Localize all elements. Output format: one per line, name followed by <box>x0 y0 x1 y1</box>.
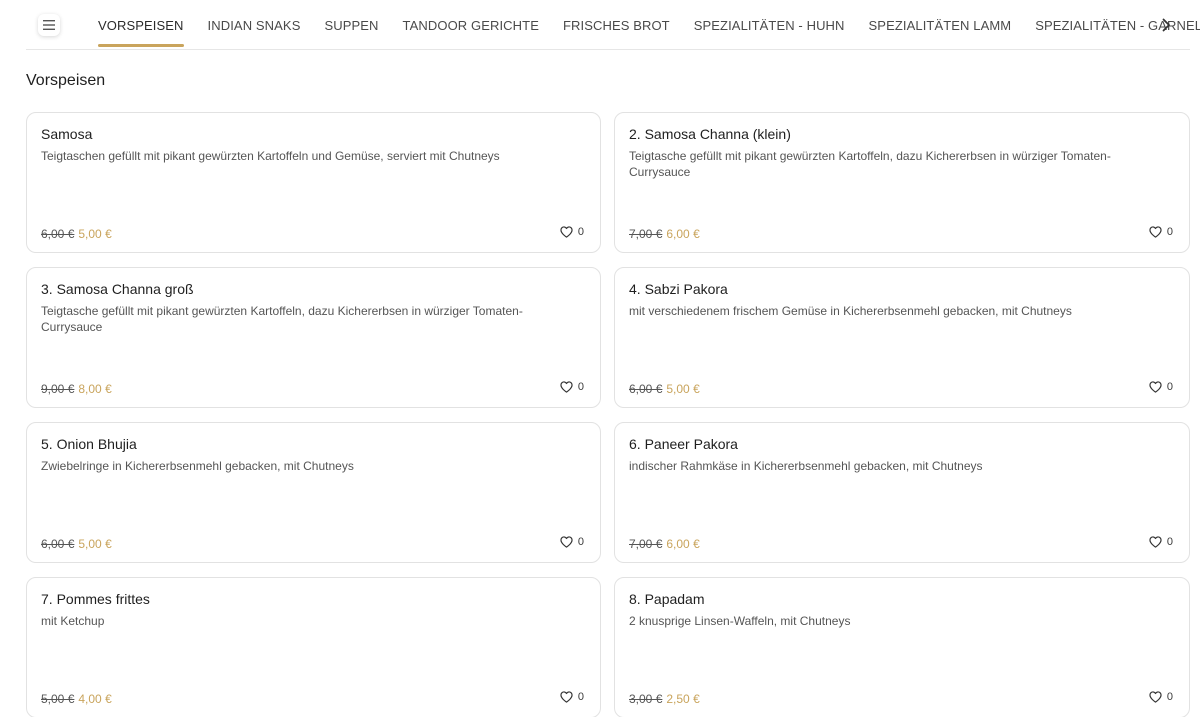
like-button[interactable]: 0 <box>560 381 584 393</box>
category-nav: VORSPEISEN INDIAN SNAKS SUPPEN TANDOOR G… <box>26 0 1200 50</box>
menu-item-card[interactable]: 6. Paneer Pakora indischer Rahmkäse in Ki… <box>614 422 1190 563</box>
like-button[interactable]: 0 <box>560 536 584 548</box>
heart-icon <box>1149 536 1162 548</box>
item-name: 8. Papadam <box>629 591 705 607</box>
like-button[interactable]: 0 <box>560 226 584 238</box>
heart-icon <box>1149 381 1162 393</box>
like-button[interactable]: 0 <box>560 691 584 703</box>
tab-frisches-brot[interactable]: FRISCHES BROT <box>563 0 670 50</box>
heart-icon <box>560 536 573 548</box>
item-price: 6,00 € <box>666 537 700 551</box>
hamburger-menu-icon <box>43 20 55 30</box>
item-old-price: 9,00 € <box>41 382 75 396</box>
like-button[interactable]: 0 <box>1149 536 1173 548</box>
item-old-price: 3,00 € <box>629 692 663 706</box>
like-count: 0 <box>577 536 584 548</box>
item-old-price: 6,00 € <box>41 537 75 551</box>
heart-icon <box>560 226 573 238</box>
item-description: mit verschiedenem frischem Gemüse in Kic… <box>629 304 1072 318</box>
menu-item-card[interactable]: 2. Samosa Channa (klein) Teigtasche gefül… <box>614 112 1190 253</box>
item-price-row: 7,00 €6,00 € <box>629 537 700 551</box>
item-description: Zwiebelringe in Kichererbsenmehl gebacke… <box>41 459 354 473</box>
item-price: 2,50 € <box>666 692 700 706</box>
heart-icon <box>560 381 573 393</box>
section-title: Vorspeisen <box>26 72 106 89</box>
like-button[interactable]: 0 <box>1149 226 1173 238</box>
tab-suppen[interactable]: SUPPEN <box>324 0 378 50</box>
item-old-price: 6,00 € <box>41 227 75 241</box>
item-price: 8,00 € <box>78 382 112 396</box>
menu-item-card[interactable]: 4. Sabzi Pakora mit verschiedenem frische… <box>614 267 1190 408</box>
like-count: 0 <box>1166 381 1173 393</box>
like-count: 0 <box>577 691 584 703</box>
tab-tandoor-gerichte[interactable]: TANDOOR GERICHTE <box>403 0 539 50</box>
tab-vorspeisen[interactable]: VORSPEISEN <box>98 0 184 50</box>
item-description: indischer Rahmkäse in Kichererbsenmehl g… <box>629 459 983 473</box>
item-old-price: 7,00 € <box>629 227 663 241</box>
item-price-row: 6,00 €5,00 € <box>629 382 700 396</box>
menu-button[interactable] <box>38 14 60 36</box>
item-name: 6. Paneer Pakora <box>629 436 738 452</box>
item-price: 4,00 € <box>78 692 112 706</box>
item-price-row: 6,00 €5,00 € <box>41 227 112 241</box>
item-description: Teigtasche gefüllt mit pikant gewürzten … <box>41 304 523 334</box>
item-name: 4. Sabzi Pakora <box>629 281 728 297</box>
chevron-right-icon <box>1162 18 1170 32</box>
like-button[interactable]: 0 <box>1149 381 1173 393</box>
item-price-row: 9,00 €8,00 € <box>41 382 112 396</box>
item-price: 6,00 € <box>666 227 700 241</box>
item-name: 3. Samosa Channa groß <box>41 281 194 297</box>
category-tabs: VORSPEISEN INDIAN SNAKS SUPPEN TANDOOR G… <box>98 0 1200 50</box>
menu-item-card[interactable]: 5. Onion Bhujia Zwiebelringe in Kichererb… <box>26 422 601 563</box>
tab-spezialitaeten-huhn[interactable]: SPEZIALITÄTEN - HUHN <box>694 0 845 50</box>
item-old-price: 7,00 € <box>629 537 663 551</box>
item-name: 2. Samosa Channa (klein) <box>629 126 791 142</box>
tab-indian-snaks[interactable]: INDIAN SNAKS <box>208 0 301 50</box>
heart-icon <box>560 691 573 703</box>
menu-item-card[interactable]: 7. Pommes frittes mit Ketchup 5,00 €4,00 €… <box>26 577 601 717</box>
item-price: 5,00 € <box>78 537 112 551</box>
item-description: 2 knusprige Linsen-Waffeln, mit Chutneys <box>629 614 851 628</box>
like-count: 0 <box>577 226 584 238</box>
item-description: Teigtasche gefüllt mit pikant gewürzten … <box>629 149 1111 179</box>
menu-item-card[interactable]: 8. Papadam 2 knusprige Linsen-Waffeln, mi… <box>614 577 1190 717</box>
item-price: 5,00 € <box>666 382 700 396</box>
item-description: mit Ketchup <box>41 614 105 628</box>
heart-icon <box>1149 226 1162 238</box>
item-price-row: 6,00 €5,00 € <box>41 537 112 551</box>
like-count: 0 <box>1166 536 1173 548</box>
item-price-row: 7,00 €6,00 € <box>629 227 700 241</box>
item-description: Teigtaschen gefüllt mit pikant gewürzten… <box>41 149 500 163</box>
heart-icon <box>1149 691 1162 703</box>
item-old-price: 5,00 € <box>41 692 75 706</box>
menu-item-card[interactable]: 3. Samosa Channa groß Teigtasche gefüllt … <box>26 267 601 408</box>
menu-item-grid: Samosa Teigtaschen gefüllt mit pikant gew… <box>26 112 1190 717</box>
like-button[interactable]: 0 <box>1149 691 1173 703</box>
like-count: 0 <box>1166 691 1173 703</box>
menu-item-card[interactable]: Samosa Teigtaschen gefüllt mit pikant gew… <box>26 112 601 253</box>
item-old-price: 6,00 € <box>629 382 663 396</box>
item-name: 5. Onion Bhujia <box>41 436 137 452</box>
item-price: 5,00 € <box>78 227 112 241</box>
item-name: 7. Pommes frittes <box>41 591 150 607</box>
item-price-row: 3,00 €2,50 € <box>629 692 700 706</box>
like-count: 0 <box>1166 226 1173 238</box>
item-name: Samosa <box>41 126 93 142</box>
item-price-row: 5,00 €4,00 € <box>41 692 112 706</box>
tab-spezialitaeten-lamm[interactable]: SPEZIALITÄTEN LAMM <box>869 0 1012 50</box>
like-count: 0 <box>577 381 584 393</box>
next-tabs-button[interactable] <box>1156 15 1176 35</box>
